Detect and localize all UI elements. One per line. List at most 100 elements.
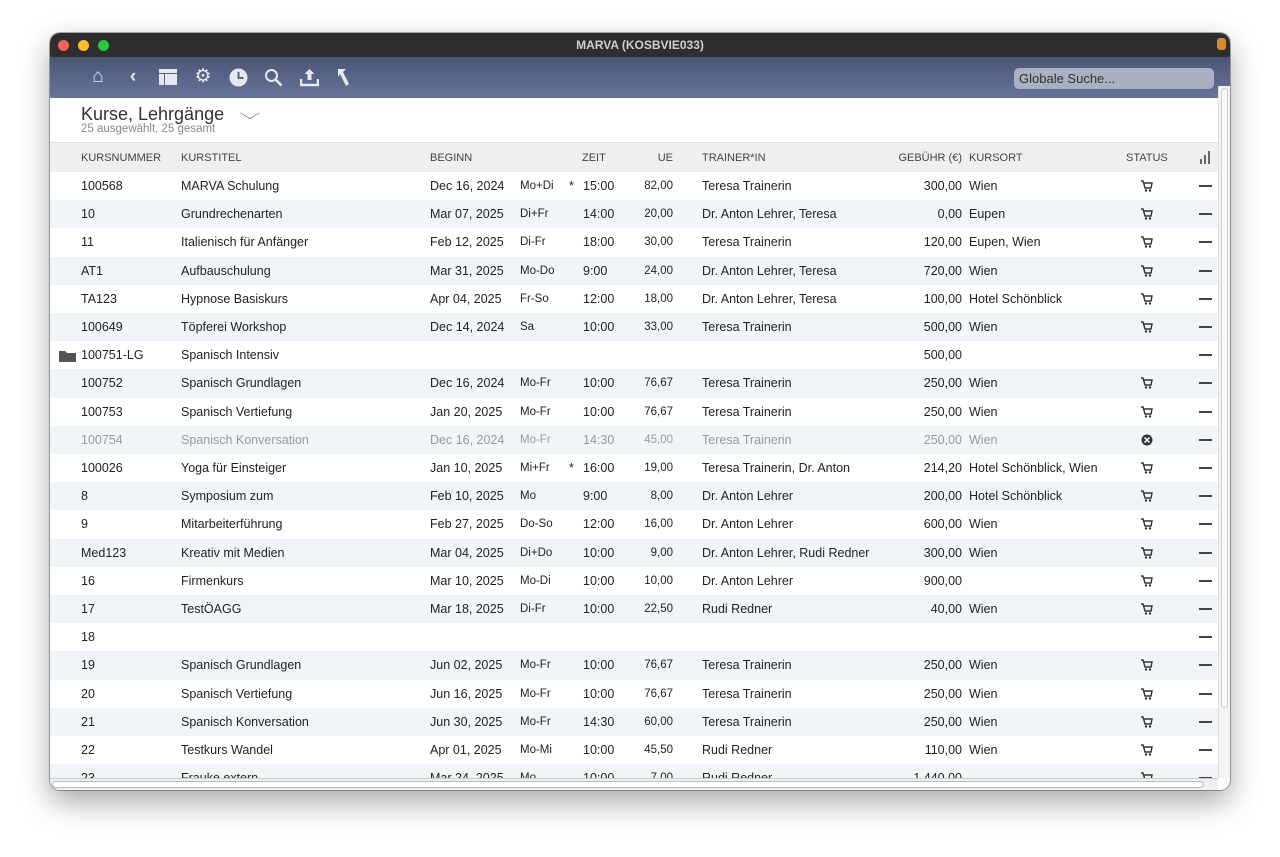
table-row[interactable]: 20 Spanisch Vertiefung Jun 16, 2025 Mo-Fr 10… <box>50 680 1218 708</box>
vertical-scrollbar[interactable] <box>1218 86 1230 778</box>
home-icon[interactable]: ⌂ <box>87 66 109 88</box>
chevron-down-icon[interactable] <box>240 107 260 119</box>
cell-kursort: Wien <box>969 545 998 560</box>
cart-icon[interactable] <box>1141 236 1153 251</box>
remove-icon[interactable] <box>1199 523 1212 526</box>
col-beginn[interactable]: BEGINN <box>430 152 472 164</box>
table-row[interactable]: 100026 Yoga für Einsteiger Jan 10, 2025 Mi+… <box>50 454 1218 482</box>
table-row[interactable]: 19 Spanisch Grundlagen Jun 02, 2025 Mo-Fr 10… <box>50 651 1218 680</box>
cell-trainer: Teresa Trainerin <box>702 179 792 193</box>
cell-kursnummer: 8 <box>81 489 88 504</box>
table-row[interactable]: 17 TestÖAGG Mar 18, 2025 Di-Fr 10:00 22,50 Rud… <box>50 595 1218 624</box>
remove-icon[interactable] <box>1199 692 1212 695</box>
table-row[interactable]: AT1 Aufbauschulung Mar 31, 2025 Mo-Do 9:00 24… <box>50 256 1218 285</box>
remove-icon[interactable] <box>1199 382 1212 385</box>
table-row[interactable]: 16 Firmenkurs Mar 10, 2025 Mo-Di 10:00 10,00 D… <box>50 567 1218 595</box>
cart-icon[interactable] <box>1141 264 1153 280</box>
table-row[interactable]: 100568 MARVA Schulung Dec 16, 2024 Mo+Di * 15… <box>50 172 1218 200</box>
clock-icon[interactable] <box>227 66 249 88</box>
layout-icon[interactable] <box>157 66 179 88</box>
table-row[interactable]: 9 Mitarbeiterführung Feb 27, 2025 Do-So 12:0… <box>50 510 1218 538</box>
cart-icon[interactable] <box>1141 575 1153 590</box>
remove-icon[interactable] <box>1199 269 1212 272</box>
remove-icon[interactable] <box>1199 608 1212 610</box>
table-row[interactable]: 10 Grundrechenarten Mar 07, 2025 Di+Fr 14:00… <box>50 200 1218 229</box>
cart-icon[interactable] <box>1141 603 1153 618</box>
upload-icon[interactable] <box>298 66 320 88</box>
cell-zeit: 10:00 <box>583 743 615 757</box>
cart-icon[interactable] <box>1141 377 1153 392</box>
cart-icon[interactable] <box>1141 490 1153 505</box>
cell-kurstitel: Yoga für Einsteiger <box>181 461 287 475</box>
minimize-button[interactable] <box>78 40 89 51</box>
table-row[interactable]: 100752 Spanisch Grundlagen Dec 16, 2024 Mo-… <box>50 369 1218 398</box>
table-row[interactable]: 21 Spanisch Konversation Jun 30, 2025 Mo-Fr… <box>50 707 1218 736</box>
cell-kurstitel: Spanisch Intensiv <box>181 348 279 363</box>
table-row[interactable]: 18 <box>50 623 1218 651</box>
col-trainer[interactable]: TRAINER*IN <box>702 152 766 164</box>
table-row[interactable]: 23Frauke externMar 24, 2025Mo10:007,00Ru… <box>50 764 1218 778</box>
close-button[interactable] <box>58 40 69 51</box>
remove-icon[interactable] <box>1199 467 1212 469</box>
table-row[interactable]: 8 Symposium zum Feb 10, 2025 Mo 9:00 8,00 Dr. … <box>50 482 1218 511</box>
cart-icon[interactable] <box>1141 687 1153 703</box>
cell-tage: Mo-Di <box>520 574 551 587</box>
remove-icon[interactable] <box>1199 579 1212 582</box>
cart-icon[interactable] <box>1141 744 1153 759</box>
remove-icon[interactable] <box>1199 213 1212 216</box>
cart-icon[interactable] <box>1141 208 1153 223</box>
remove-icon[interactable] <box>1199 297 1212 300</box>
col-gebuehr[interactable]: GEBÜHR (€) <box>898 152 962 164</box>
remove-icon[interactable] <box>1199 495 1212 498</box>
col-status[interactable]: STATUS <box>1126 152 1168 164</box>
remove-icon[interactable] <box>1199 326 1212 328</box>
cell-ue: 45,00 <box>644 433 673 446</box>
remove-icon[interactable] <box>1199 749 1212 751</box>
pointer-icon[interactable] <box>333 66 355 88</box>
search-icon[interactable] <box>262 66 284 88</box>
cart-icon[interactable] <box>1141 462 1153 477</box>
cart-icon[interactable] <box>1141 405 1153 421</box>
gear-icon[interactable]: ⚙ <box>192 66 214 88</box>
table-row[interactable]: TA123 Hypnose Basiskurs Apr 04, 2025 Fr-So 1… <box>50 285 1218 313</box>
cell-ue: 45,50 <box>644 744 673 756</box>
table-row[interactable]: 100649 Töpferei Workshop Dec 14, 2024 Sa 10:… <box>50 313 1218 342</box>
cell-kurstitel: Mitarbeiterführung <box>181 517 283 532</box>
cart-icon[interactable] <box>1141 293 1153 308</box>
col-kursnummer[interactable]: KURSNUMMER <box>81 152 161 164</box>
table-row[interactable]: 100754 Spanisch Konversation Dec 16, 2024 M… <box>50 425 1218 454</box>
remove-icon[interactable] <box>1199 551 1212 554</box>
remove-icon[interactable] <box>1199 354 1212 357</box>
col-kurstitel[interactable]: KURSTITEL <box>181 152 242 164</box>
cart-icon[interactable] <box>1141 716 1153 731</box>
col-ue[interactable]: UE <box>658 152 673 164</box>
table-row[interactable]: 22 Testkurs Wandel Apr 01, 2025 Mo-Mi 10:00 4… <box>50 736 1218 764</box>
cart-icon[interactable] <box>1141 180 1153 195</box>
remove-icon[interactable] <box>1199 720 1212 723</box>
cart-icon[interactable] <box>1141 659 1153 674</box>
cell-kursort: Wien <box>969 743 998 757</box>
global-search-input[interactable] <box>1014 68 1214 89</box>
col-kursort[interactable]: KURSORT <box>969 152 1023 164</box>
back-icon[interactable]: ‹ <box>122 66 144 88</box>
cart-icon[interactable] <box>1141 321 1153 336</box>
horizontal-scrollbar[interactable] <box>50 778 1218 790</box>
table-row[interactable]: 100753 Spanisch Vertiefung Jan 20, 2025 Mo-… <box>50 398 1218 426</box>
remove-icon[interactable] <box>1199 636 1212 639</box>
remove-icon[interactable] <box>1199 438 1212 441</box>
remove-icon[interactable] <box>1199 410 1212 413</box>
zoom-button[interactable] <box>98 40 109 51</box>
cart-icon[interactable] <box>1141 546 1153 562</box>
remove-icon[interactable] <box>1199 241 1212 244</box>
table-row[interactable]: Med123 Kreativ mit Medien Mar 04, 2025 Di+D… <box>50 538 1218 567</box>
chart-icon[interactable] <box>1200 151 1212 167</box>
col-zeit[interactable]: ZEIT <box>582 152 606 164</box>
remove-icon[interactable] <box>1199 664 1212 667</box>
table-row[interactable]: 11 Italienisch für Anfänger Feb 12, 2025 Di… <box>50 228 1218 256</box>
cart-icon[interactable] <box>1141 518 1153 533</box>
cell-zeit: 10:00 <box>583 771 614 778</box>
table-row[interactable]: 100751-LG Spanisch Intensiv 500,00 <box>50 341 1218 369</box>
cell-trainer: Rudi Redner <box>702 602 773 616</box>
remove-icon[interactable] <box>1199 185 1212 187</box>
cancelled-icon[interactable] <box>1141 434 1153 449</box>
